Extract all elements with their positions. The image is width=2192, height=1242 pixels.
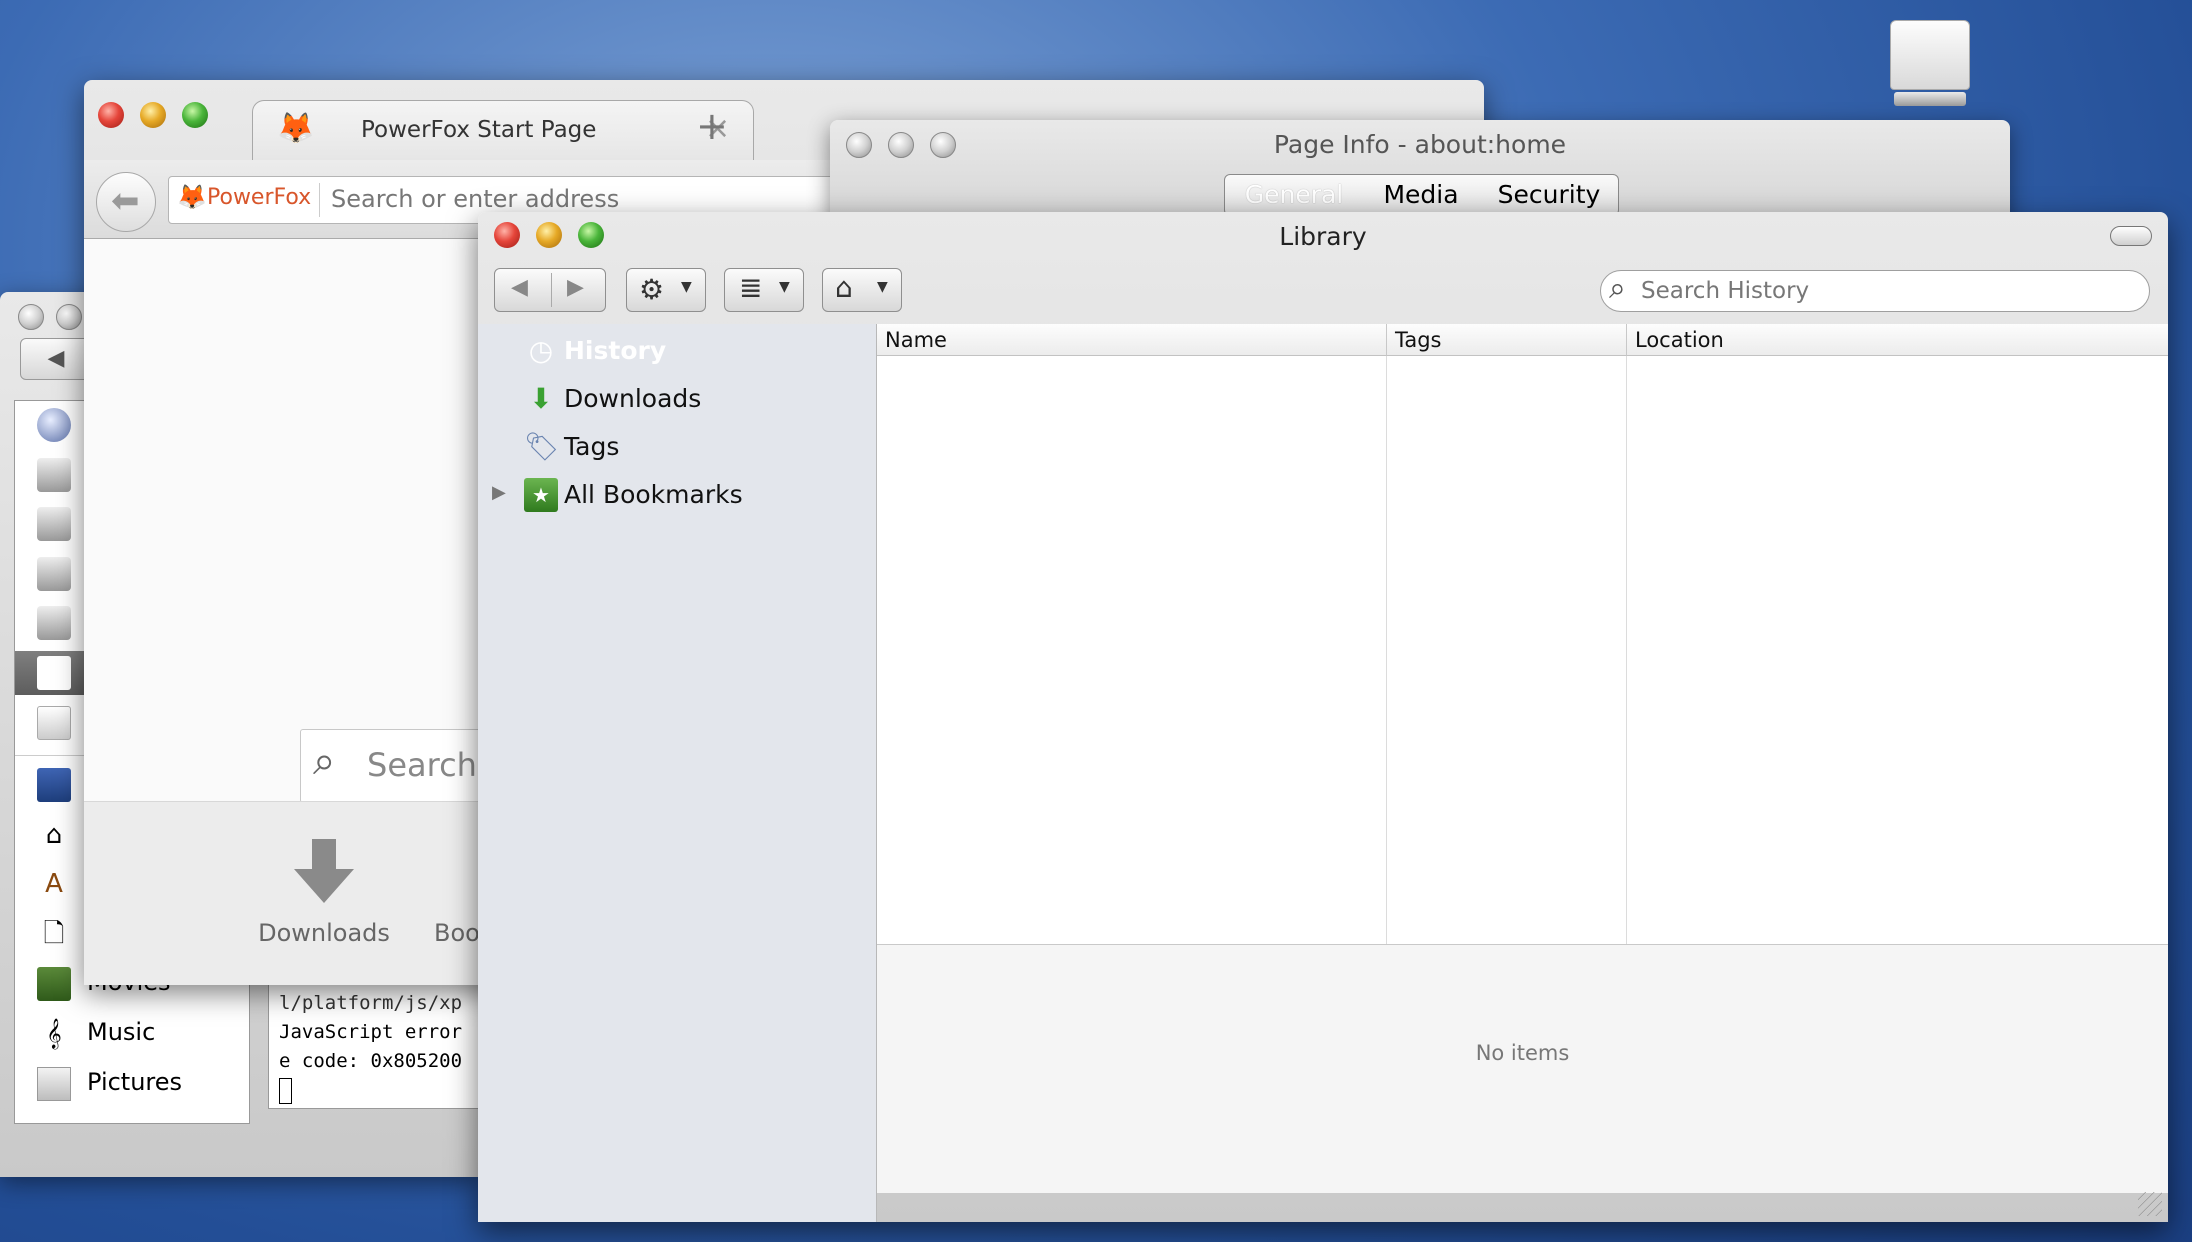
console-line: JavaScript error bbox=[279, 1021, 463, 1043]
bookmark-folder-icon: ★ bbox=[524, 478, 558, 512]
disclosure-triangle-icon[interactable]: ▶ bbox=[492, 482, 506, 503]
library-sidebar: ◷ History ⬇ Downloads 🏷 Tags ▶ ★ All Boo… bbox=[478, 324, 877, 1222]
tab-start-page[interactable]: 🦊 PowerFox Start Page × bbox=[252, 100, 754, 161]
minimize-button[interactable] bbox=[140, 102, 166, 128]
applications-icon: A bbox=[45, 869, 63, 899]
launcher-downloads[interactable]: Downloads bbox=[244, 839, 404, 959]
chevron-down-icon: ▼ bbox=[877, 279, 888, 295]
tag-icon: 🏷 bbox=[524, 430, 560, 463]
history-tree: Name Tags Location No items bbox=[877, 324, 2168, 1193]
clock-icon: ◷ bbox=[528, 334, 554, 367]
chevron-down-icon: ▼ bbox=[779, 279, 790, 295]
column-header-name[interactable]: Name bbox=[877, 324, 1387, 356]
launcher-downloads-label: Downloads bbox=[258, 919, 390, 947]
movies-icon bbox=[37, 967, 71, 1001]
tab-general[interactable]: General bbox=[1224, 174, 1364, 216]
chevron-down-icon: ▼ bbox=[681, 279, 692, 295]
console-line: l/platform/js/xp bbox=[279, 992, 463, 1014]
forward-button[interactable]: ▶ bbox=[567, 275, 584, 300]
close-button[interactable] bbox=[18, 304, 44, 330]
views-menu-button[interactable]: ≣ ▼ bbox=[724, 268, 804, 312]
address-input[interactable]: Search or enter address bbox=[331, 185, 619, 213]
removable-disk-icon bbox=[37, 706, 71, 740]
start-search-input[interactable]: Search bbox=[367, 746, 477, 784]
hard-disk-icon bbox=[37, 606, 71, 640]
no-items-label: No items bbox=[1475, 1041, 1570, 1065]
error-console: l/platform/js/xp JavaScript error e code… bbox=[268, 982, 508, 1109]
hard-disk-icon bbox=[37, 557, 71, 591]
launcher-bookmarks-label: Boo bbox=[434, 919, 480, 947]
library-window: Library ◀ ▶ ⚙ ▼ ≣ ▼ ⌂ ▼ ⌕ Search History… bbox=[478, 212, 2168, 1222]
back-forward-buttons: ◀ ▶ bbox=[494, 268, 606, 312]
tab-title: PowerFox Start Page bbox=[361, 117, 597, 143]
sidebar-item-music[interactable]: 𝄞 Music bbox=[25, 1012, 245, 1056]
finder-back-button[interactable]: ◀ bbox=[20, 338, 92, 380]
search-history-field[interactable]: ⌕ Search History bbox=[1600, 270, 2150, 312]
star-house-icon: ⌂ bbox=[835, 271, 853, 304]
search-icon: ⌕ bbox=[1609, 271, 1626, 306]
back-button[interactable]: ⬅ bbox=[96, 172, 156, 232]
tab-media[interactable]: Media bbox=[1362, 174, 1481, 216]
search-history-input[interactable]: Search History bbox=[1641, 278, 1809, 304]
tab-security[interactable]: Security bbox=[1480, 174, 1619, 216]
column-divider bbox=[1386, 356, 1387, 944]
close-button[interactable] bbox=[98, 102, 124, 128]
gear-icon: ⚙ bbox=[639, 273, 665, 306]
import-backup-menu-button[interactable]: ⌂ ▼ bbox=[822, 268, 902, 312]
minimize-button[interactable] bbox=[56, 304, 82, 330]
documents-icon: 🗋 bbox=[43, 919, 65, 949]
window-title: Page Info - about:home bbox=[1273, 130, 1567, 159]
console-cursor bbox=[279, 1078, 292, 1104]
organize-menu-button[interactable]: ⚙ ▼ bbox=[626, 268, 706, 312]
fox-logo-icon: 🦊 bbox=[277, 111, 315, 146]
column-divider bbox=[1626, 356, 1627, 944]
column-header-tags[interactable]: Tags bbox=[1387, 324, 1627, 356]
back-arrow-icon: ⬅ bbox=[111, 181, 140, 221]
search-icon: ⌕ bbox=[313, 738, 336, 784]
home-icon: ⌂ bbox=[45, 820, 63, 850]
toolbar-toggle-button[interactable] bbox=[2110, 226, 2152, 246]
sidebar-item-downloads[interactable]: ⬇ Downloads bbox=[524, 378, 864, 422]
details-pane: No items bbox=[877, 944, 2168, 1193]
sidebar-item-tags[interactable]: 🏷 Tags bbox=[524, 426, 864, 470]
hard-disk-icon bbox=[37, 507, 71, 541]
fox-logo-icon: 🦊 bbox=[177, 183, 207, 211]
pictures-icon bbox=[37, 1067, 71, 1101]
zoom-button[interactable] bbox=[182, 102, 208, 128]
desktop-drive-icon[interactable] bbox=[1890, 20, 1970, 110]
removable-disk-icon bbox=[37, 656, 71, 690]
console-line: e code: 0x805200 bbox=[279, 1050, 463, 1072]
identity-label: PowerFox bbox=[207, 185, 312, 210]
network-globe-icon bbox=[37, 408, 71, 442]
resize-grip-icon[interactable] bbox=[2138, 1192, 2162, 1216]
download-arrow-icon bbox=[294, 869, 354, 903]
sidebar-item-history[interactable]: ◷ History bbox=[524, 330, 864, 374]
desktop-icon bbox=[37, 768, 71, 802]
download-arrow-icon: ⬇ bbox=[529, 382, 553, 415]
hard-disk-icon bbox=[37, 458, 71, 492]
list-icon: ≣ bbox=[739, 271, 763, 304]
window-title: Library bbox=[1279, 222, 1367, 251]
column-header-location[interactable]: Location bbox=[1627, 324, 2168, 356]
new-tab-button[interactable]: + bbox=[696, 104, 728, 148]
sidebar-item-all-bookmarks[interactable]: ★ All Bookmarks bbox=[524, 474, 864, 518]
sidebar-item-pictures[interactable]: Pictures bbox=[25, 1062, 245, 1106]
music-icon: 𝄞 bbox=[46, 1019, 62, 1049]
back-button[interactable]: ◀ bbox=[511, 275, 528, 300]
